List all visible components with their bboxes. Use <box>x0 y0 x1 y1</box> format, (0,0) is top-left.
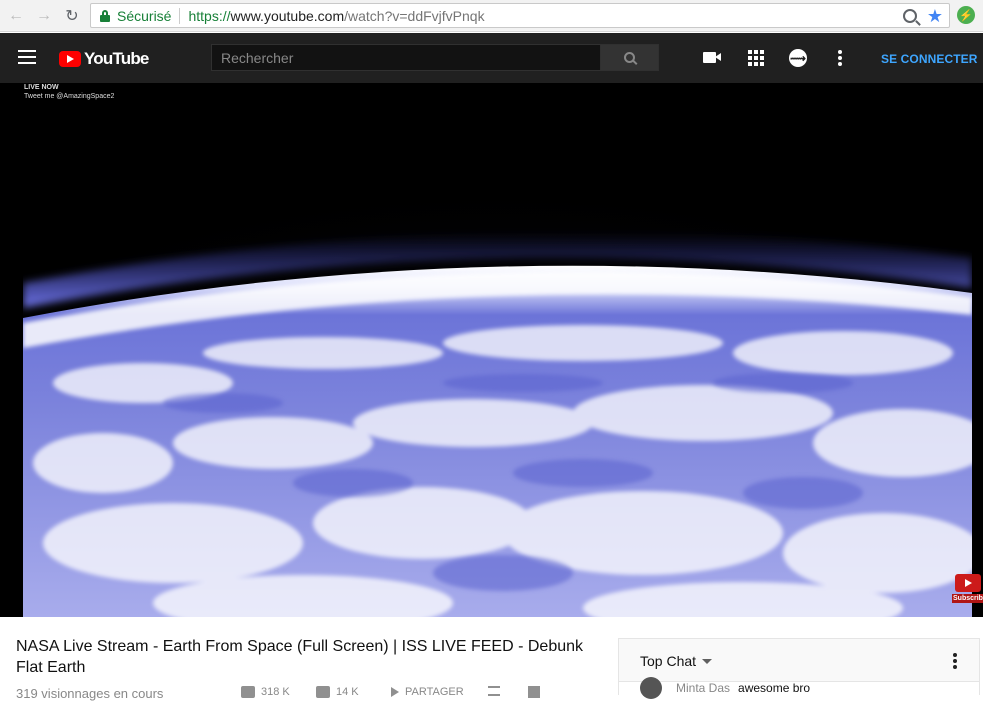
share-icon <box>391 687 399 697</box>
upload-video-icon[interactable] <box>703 48 723 68</box>
zoom-icon[interactable] <box>902 8 917 23</box>
apps-grid-icon[interactable] <box>748 50 764 66</box>
dislike-button[interactable]: 14 K <box>316 686 359 698</box>
more-actions-button[interactable] <box>528 686 540 698</box>
extension-icon[interactable]: ⚡ <box>957 6 975 24</box>
thumbs-up-icon <box>241 686 255 698</box>
hamburger-menu-icon[interactable] <box>18 50 36 64</box>
messages-icon[interactable]: ⟿ <box>789 49 807 67</box>
search-input[interactable] <box>211 44 601 71</box>
lock-icon <box>100 9 110 22</box>
url-text[interactable]: https://www.youtube.com/watch?v=ddFvjfvP… <box>188 8 484 24</box>
search-icon <box>624 52 635 63</box>
subscribe-caption: Subscribe <box>952 594 983 603</box>
chat-tab-label: Top Chat <box>640 653 697 669</box>
reload-icon[interactable]: ↻ <box>62 6 82 26</box>
chat-message: Minta Das awesome bro <box>640 677 810 699</box>
avatar[interactable] <box>640 677 662 699</box>
subscribe-watermark-button[interactable]: Subscribe <box>952 574 983 606</box>
caret-down-icon <box>702 658 713 664</box>
tweet-label: Tweet me @AmazingSpace2 <box>24 93 115 100</box>
search-bar <box>211 44 659 71</box>
live-chat-panel: Top Chat Minta Das awesome bro <box>618 638 980 699</box>
view-count: 319 visionnages en cours <box>16 686 164 701</box>
secure-label: Sécurisé <box>117 7 172 24</box>
share-label: PARTAGER <box>405 686 464 698</box>
omnibox-divider <box>179 7 181 24</box>
like-button[interactable]: 318 K <box>241 686 290 698</box>
more-vert-icon[interactable] <box>837 50 843 66</box>
share-button[interactable]: PARTAGER <box>391 686 464 698</box>
earth-video-frame <box>23 83 972 617</box>
chat-author[interactable]: Minta Das <box>676 681 730 695</box>
youtube-play-icon <box>59 51 81 67</box>
youtube-logo[interactable]: YouTube <box>59 49 149 69</box>
signin-button[interactable]: SE CONNECTER <box>881 52 978 66</box>
video-meta-row: 319 visionnages en cours 318 K 14 K PART… <box>16 686 606 706</box>
search-button[interactable] <box>601 44 659 71</box>
top-chat-dropdown[interactable]: Top Chat <box>640 653 713 669</box>
chat-text: awesome bro <box>738 681 811 695</box>
address-bar[interactable]: Sécurisé https://www.youtube.com/watch?v… <box>90 3 950 28</box>
video-title: NASA Live Stream - Earth From Space (Ful… <box>16 638 584 676</box>
dislike-count: 14 K <box>336 686 359 698</box>
chat-header: Top Chat <box>619 639 979 682</box>
back-arrow-icon[interactable]: ← <box>6 6 26 26</box>
youtube-play-icon <box>955 574 981 592</box>
flag-icon <box>528 686 540 698</box>
video-player[interactable] <box>23 83 972 617</box>
chat-more-vert-icon[interactable] <box>953 653 957 669</box>
browser-toolbar: ← → ↻ Sécurisé https://www.youtube.com/w… <box>0 0 983 32</box>
forward-arrow-icon[interactable]: → <box>34 6 54 26</box>
logo-text: YouTube <box>84 49 149 68</box>
bookmark-star-icon[interactable]: ★ <box>927 7 943 25</box>
like-count: 318 K <box>261 686 290 698</box>
thumbs-down-icon <box>316 686 330 698</box>
youtube-header: YouTube ⟿ SE CONNECTER <box>0 33 983 83</box>
live-now-label: LIVE NOW <box>24 84 59 91</box>
live-now-overlay: LIVE NOW Tweet me @AmazingSpace2 <box>24 83 114 101</box>
